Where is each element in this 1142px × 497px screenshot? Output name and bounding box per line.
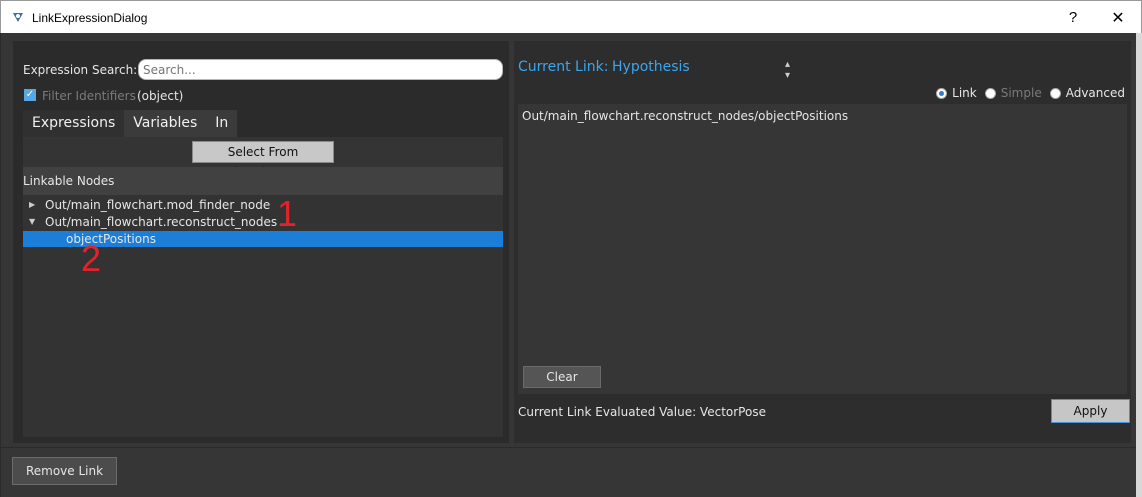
annotation-marker: 1 [277,193,298,234]
dropdown-arrows-icon: ▴ ▾ [784,59,790,81]
tree-item[interactable]: ▼ Out/main_flowchart.reconstruct_nodes [23,214,503,230]
remove-link-button[interactable]: Remove Link [12,457,117,485]
radio-button[interactable] [1049,87,1061,99]
tree-item-label: objectPositions [66,232,156,246]
mode-radio-group: Link Simple Advanced [928,86,1125,100]
radio-simple: Simple [984,86,1042,100]
filter-identifiers-checkbox[interactable]: ✓ [24,89,36,101]
collapse-arrow-icon[interactable]: ▼ [29,214,37,230]
annotation-marker: 2 [81,238,102,279]
radio-label: Link [952,86,977,100]
linkable-nodes-header: Linkable Nodes [23,167,503,195]
tab-in[interactable]: In [206,110,238,137]
window-title: LinkExpressionDialog [32,11,148,25]
expand-arrow-icon[interactable]: ▶ [29,197,37,213]
expression-text: Out/main_flowchart.reconstruct_nodes/obj… [522,109,849,123]
search-label: Expression Search: [23,63,138,77]
filter-identifiers-label: Filter Identifiers [42,89,136,103]
current-link-dropdown[interactable]: Hypothesis ▴ ▾ [612,59,790,81]
linkable-nodes-tree: ▶ Out/main_flowchart.mod_finder_node ▼ O… [23,195,503,437]
expression-editor[interactable]: Out/main_flowchart.reconstruct_nodes/obj… [518,104,1127,394]
clear-button[interactable]: Clear [523,366,601,388]
evaluated-value-text: Current Link Evaluated Value: VectorPose [518,405,766,419]
apply-button[interactable]: Apply [1051,399,1130,423]
close-button[interactable]: ✕ [1098,1,1138,34]
tree-item[interactable]: ▶ Out/main_flowchart.mod_finder_node [23,197,503,213]
tab-variables[interactable]: Variables [124,110,207,137]
tab-expressions[interactable]: Expressions [23,110,125,137]
radio-link[interactable]: Link [936,86,977,100]
tree-item-label: Out/main_flowchart.mod_finder_node [45,198,271,212]
radio-button[interactable] [936,87,948,99]
current-link-value: Hypothesis [612,59,690,75]
dialog-body: Expression Search: ✓ Filter Identifiers … [0,33,1142,497]
radio-advanced[interactable]: Advanced [1049,86,1125,100]
filter-value: (object) [137,89,184,103]
search-input[interactable] [138,59,503,80]
divider [1,447,1137,448]
title-bar: LinkExpressionDialog ? ✕ [0,0,1142,33]
tree-item-label: Out/main_flowchart.reconstruct_nodes [45,215,278,229]
tab-bar: Expressions Variables In [23,110,238,137]
expressions-tab-content: Select From Flowchart... Linkable Nodes … [23,137,503,437]
radio-label: Simple [1000,86,1042,100]
help-button[interactable]: ? [1056,1,1090,34]
radio-button [984,87,996,99]
current-link-label: Current Link: [518,59,609,75]
select-from-flowchart-button[interactable]: Select From Flowchart... [192,141,334,179]
current-link-panel: Current Link: Hypothesis ▴ ▾ Link Simple … [514,41,1131,443]
radio-label: Advanced [1065,86,1125,100]
app-logo-icon [13,13,23,22]
window-edge [1136,33,1142,497]
